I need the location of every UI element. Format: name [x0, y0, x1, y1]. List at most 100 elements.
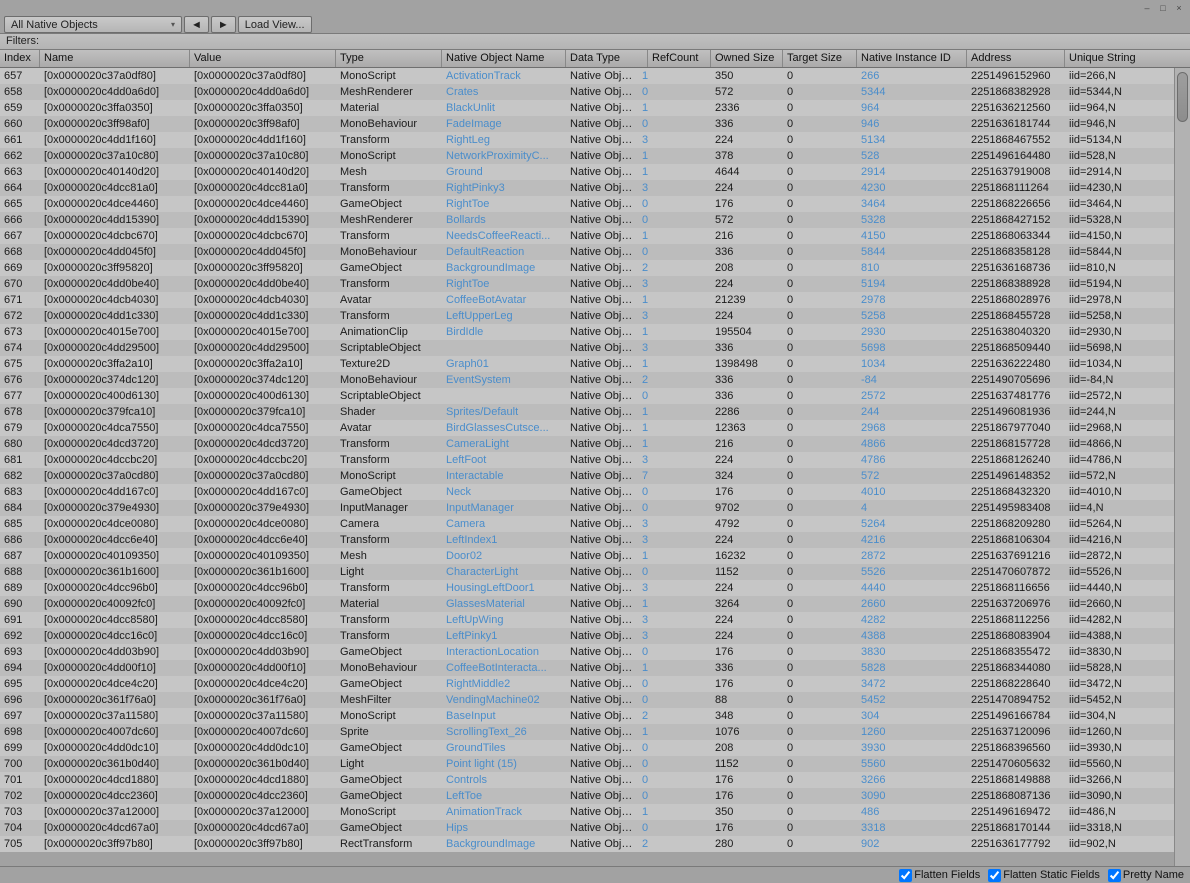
cell-refcount[interactable]: 1 — [638, 598, 648, 610]
cell-nativeid[interactable]: 2914 — [857, 166, 967, 178]
cell-native-name[interactable]: GlassesMaterial — [442, 598, 566, 610]
cell-nativeid[interactable]: 3830 — [857, 646, 967, 658]
cell-native-name[interactable]: ActivationTrack — [442, 70, 566, 82]
scroll-thumb[interactable] — [1177, 72, 1188, 122]
table-row[interactable]: 698[0x0000020c4007dc60][0x0000020c4007dc… — [0, 724, 1174, 740]
cell-refcount[interactable]: 1 — [638, 326, 648, 338]
table-row[interactable]: 703[0x0000020c37a12000][0x0000020c37a120… — [0, 804, 1174, 820]
pretty-name-checkbox[interactable]: Pretty Name — [1108, 869, 1184, 882]
cell-nativeid[interactable]: 5560 — [857, 758, 967, 770]
cell-refcount[interactable]: 3 — [638, 582, 648, 594]
cell-nativeid[interactable]: 902 — [857, 838, 967, 850]
table-row[interactable]: 658[0x0000020c4dd0a6d0][0x0000020c4dd0a6… — [0, 84, 1174, 100]
cell-native-name[interactable]: BirdGlassesCutsce... — [442, 422, 566, 434]
cell-refcount[interactable]: 0 — [638, 486, 648, 498]
cell-refcount[interactable]: 1 — [638, 406, 648, 418]
table-row[interactable]: 666[0x0000020c4dd15390][0x0000020c4dd153… — [0, 212, 1174, 228]
cell-native-name[interactable]: FadeImage — [442, 118, 566, 130]
table-row[interactable]: 668[0x0000020c4dd045f0][0x0000020c4dd045… — [0, 244, 1174, 260]
cell-refcount[interactable]: 0 — [638, 86, 648, 98]
cell-refcount[interactable]: 18 — [638, 358, 648, 370]
cell-nativeid[interactable]: 3930 — [857, 742, 967, 754]
cell-refcount[interactable]: 2 — [638, 262, 648, 274]
cell-native-name[interactable]: RightLeg — [442, 134, 566, 146]
col-address[interactable]: Address — [967, 50, 1065, 67]
cell-native-name[interactable]: Point light (15) — [442, 758, 566, 770]
table-row[interactable]: 682[0x0000020c37a0cd80][0x0000020c37a0cd… — [0, 468, 1174, 484]
cell-refcount[interactable]: 1 — [638, 422, 648, 434]
table-row[interactable]: 692[0x0000020c4dcc16c0][0x0000020c4dcc16… — [0, 628, 1174, 644]
cell-native-name[interactable]: GroundTiles — [442, 742, 566, 754]
cell-refcount[interactable]: 1 — [638, 726, 648, 738]
table-row[interactable]: 671[0x0000020c4dcb4030][0x0000020c4dcb40… — [0, 292, 1174, 308]
cell-nativeid[interactable]: 2968 — [857, 422, 967, 434]
col-targetsize[interactable]: Target Size — [783, 50, 857, 67]
cell-nativeid[interactable]: 1260 — [857, 726, 967, 738]
table-row[interactable]: 657[0x0000020c37a0df80][0x0000020c37a0df… — [0, 68, 1174, 84]
cell-native-name[interactable]: BirdIdle — [442, 326, 566, 338]
cell-refcount[interactable]: 1 — [638, 102, 648, 114]
table-row[interactable]: 701[0x0000020c4dcd1880][0x0000020c4dcd18… — [0, 772, 1174, 788]
cell-native-name[interactable]: LeftIndex1 — [442, 534, 566, 546]
table-row[interactable]: 686[0x0000020c4dcc6e40][0x0000020c4dcc6e… — [0, 532, 1174, 548]
table-row[interactable]: 672[0x0000020c4dd1c330][0x0000020c4dd1c3… — [0, 308, 1174, 324]
cell-native-name[interactable]: InputManager — [442, 502, 566, 514]
close-icon[interactable]: × — [1174, 3, 1184, 13]
cell-refcount[interactable]: 0 — [638, 214, 648, 226]
cell-native-name[interactable]: LeftFoot — [442, 454, 566, 466]
table-row[interactable]: 665[0x0000020c4dce4460][0x0000020c4dce44… — [0, 196, 1174, 212]
cell-nativeid[interactable]: 1034 — [857, 358, 967, 370]
cell-native-name[interactable]: AnimationTrack — [442, 806, 566, 818]
cell-refcount[interactable]: 0 — [638, 822, 648, 834]
table-row[interactable]: 659[0x0000020c3ffa0350][0x0000020c3ffa03… — [0, 100, 1174, 116]
cell-refcount[interactable]: 7 — [638, 470, 648, 482]
cell-native-name[interactable]: RightMiddle2 — [442, 678, 566, 690]
table-row[interactable]: 675[0x0000020c3ffa2a10][0x0000020c3ffa2a… — [0, 356, 1174, 372]
cell-nativeid[interactable]: 2978 — [857, 294, 967, 306]
cell-refcount[interactable]: 3 — [638, 310, 648, 322]
table-row[interactable]: 676[0x0000020c374dc120][0x0000020c374dc1… — [0, 372, 1174, 388]
cell-native-name[interactable]: RightToe — [442, 278, 566, 290]
table-row[interactable]: 679[0x0000020c4dca7550][0x0000020c4dca75… — [0, 420, 1174, 436]
cell-native-name[interactable]: BlackUnlit — [442, 102, 566, 114]
cell-nativeid[interactable]: 3090 — [857, 790, 967, 802]
cell-native-name[interactable]: CameraLight — [442, 438, 566, 450]
cell-native-name[interactable]: InteractionLocation — [442, 646, 566, 658]
table-row[interactable]: 700[0x0000020c361b0d40][0x0000020c361b0d… — [0, 756, 1174, 772]
cell-native-name[interactable]: BackgroundImage — [442, 838, 566, 850]
cell-nativeid[interactable]: 4282 — [857, 614, 967, 626]
cell-refcount[interactable]: 0 — [638, 566, 648, 578]
cell-refcount[interactable]: 0 — [638, 774, 648, 786]
cell-nativeid[interactable]: 5452 — [857, 694, 967, 706]
cell-native-name[interactable]: Interactable — [442, 470, 566, 482]
cell-native-name[interactable]: LeftUpperLeg — [442, 310, 566, 322]
cell-native-name[interactable]: NetworkProximityC... — [442, 150, 566, 162]
cell-refcount[interactable]: 3 — [638, 534, 648, 546]
cell-refcount[interactable]: 0 — [638, 390, 648, 402]
cell-native-name[interactable]: ScrollingText_26 — [442, 726, 566, 738]
cell-native-name[interactable]: Neck — [442, 486, 566, 498]
table-row[interactable]: 663[0x0000020c40140d20][0x0000020c40140d… — [0, 164, 1174, 180]
cell-refcount[interactable]: 0 — [638, 742, 648, 754]
table-row[interactable]: 695[0x0000020c4dce4c20][0x0000020c4dce4c… — [0, 676, 1174, 692]
cell-refcount[interactable]: 1 — [638, 438, 648, 450]
cell-nativeid[interactable]: 3318 — [857, 822, 967, 834]
col-ownedsize[interactable]: Owned Size — [711, 50, 783, 67]
col-type[interactable]: Type — [336, 50, 442, 67]
cell-native-name[interactable]: LeftToe — [442, 790, 566, 802]
cell-nativeid[interactable]: 5698 — [857, 342, 967, 354]
cell-refcount[interactable]: 3 — [638, 134, 648, 146]
cell-native-name[interactable]: CharacterLight — [442, 566, 566, 578]
cell-refcount[interactable]: 1 — [638, 70, 648, 82]
cell-refcount[interactable]: 1 — [638, 294, 648, 306]
minimize-icon[interactable]: – — [1142, 3, 1152, 13]
cell-nativeid[interactable]: 572 — [857, 470, 967, 482]
cell-nativeid[interactable]: 4216 — [857, 534, 967, 546]
cell-nativeid[interactable]: 810 — [857, 262, 967, 274]
cell-nativeid[interactable]: 4786 — [857, 454, 967, 466]
load-view-button[interactable]: Load View... — [238, 16, 312, 33]
table-row[interactable]: 680[0x0000020c4dcd3720][0x0000020c4dcd37… — [0, 436, 1174, 452]
cell-native-name[interactable]: DefaultReaction — [442, 246, 566, 258]
cell-nativeid[interactable]: 2572 — [857, 390, 967, 402]
table-row[interactable]: 699[0x0000020c4dd0dc10][0x0000020c4dd0dc… — [0, 740, 1174, 756]
